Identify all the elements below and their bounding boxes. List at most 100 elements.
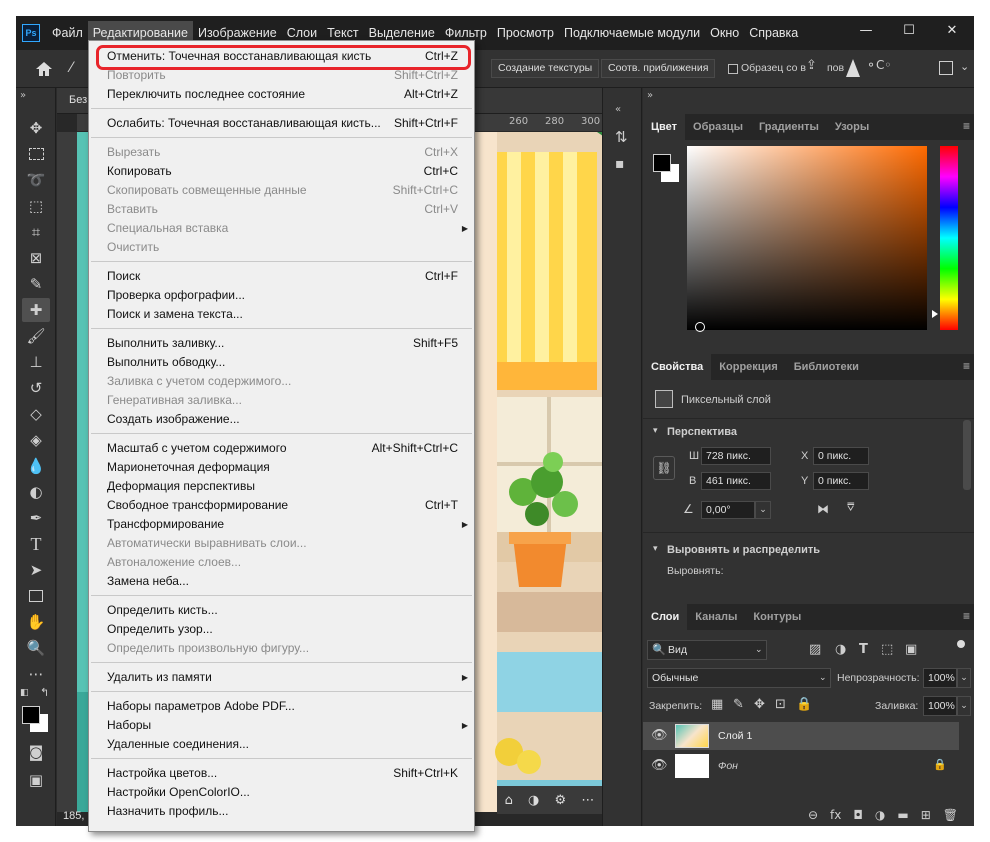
zoom-level[interactable]: 185, [63,810,84,822]
screen-mode-icon[interactable]: ▣ [22,768,50,792]
edit-menu-item[interactable]: Замена неба... [89,572,474,591]
hue-slider[interactable] [940,146,958,330]
new-group-icon[interactable]: ▬ [897,808,908,826]
edit-menu-item[interactable]: Трансформирование ▶ [89,515,474,534]
tab-patterns[interactable]: Узоры [827,114,877,140]
menu-window[interactable]: Окно [705,21,744,45]
dodge-tool-icon[interactable]: ◐ [22,480,50,504]
height-field[interactable]: 461 пикс. [701,472,771,490]
color-foreground-swatch[interactable] [653,154,671,172]
edit-menu-item[interactable]: Поиск и замена текста... [89,305,474,324]
opacity-field[interactable]: 100% [923,668,957,688]
lock-position-icon[interactable]: ✥ [754,698,765,712]
collapse-right-panels-icon[interactable]: » [647,90,653,101]
edit-menu-item[interactable]: Определить кисть... [89,601,474,620]
edit-menu-item[interactable]: Настройка цветов... Shift+Ctrl+K [89,764,474,783]
brush-preset-icon[interactable]: ⁄ [70,60,84,78]
hue-slider-handle[interactable] [932,310,938,318]
eye-icon[interactable]: 👁 [651,759,668,773]
default-colors-icon[interactable]: ◧ [20,688,29,698]
lock-transparent-icon[interactable]: ▦ [711,698,723,712]
chevron-down-icon[interactable]: ▾ [653,425,658,436]
collapse-toolbar-icon[interactable]: » [20,90,26,101]
layer-name[interactable]: Фон [718,760,738,772]
adjustment-layer-icon[interactable]: ◑ [875,808,885,826]
paint-bucket-tool-icon[interactable]: ◈ [22,428,50,452]
tab-gradients[interactable]: Градиенты [751,114,827,140]
y-field[interactable]: 0 пикс. [813,472,869,490]
tab-channels[interactable]: Каналы [687,604,745,630]
new-layer-icon[interactable]: ⊞ [921,808,931,826]
mask-icon[interactable]: ◑ [528,793,539,808]
angle-field[interactable]: 0,00° [701,501,755,519]
minimize-button[interactable]: — [846,16,886,44]
edit-menu-item[interactable]: Переключить последнее состояние Alt+Ctrl+… [89,85,474,104]
crop-tool-icon[interactable]: ⌗ [22,220,50,244]
chevron-down-icon[interactable]: ⌄ [957,668,971,688]
pen-tool-icon[interactable]: ✒ [22,506,50,530]
panel-menu-icon[interactable]: ≡ [963,609,970,623]
tab-libraries[interactable]: Библиотеки [786,354,867,380]
edit-menu-item[interactable]: Выполнить заливку... Shift+F5 [89,334,474,353]
select-subject-icon[interactable]: ⌂ [505,793,513,808]
collapse-panels-icon[interactable]: « [615,104,621,115]
lock-artboard-icon[interactable]: ⊡ [775,698,786,712]
filter-pixel-icon[interactable]: ▨ [809,643,821,657]
filter-type-icon[interactable]: T [859,643,868,657]
generate-icon[interactable]: ⚙ [555,793,567,808]
edit-menu-item[interactable]: Марионеточная деформация [89,458,474,477]
panel-menu-icon[interactable]: ≡ [963,119,970,133]
layer-name[interactable]: Слой 1 [718,730,752,742]
menu-view[interactable]: Просмотр [492,21,559,45]
blur-tool-icon[interactable]: 💧 [22,454,50,478]
marquee-tool-icon[interactable] [22,142,50,166]
chevron-down-icon[interactable]: ⌄ [960,60,969,73]
edit-menu-item[interactable]: Ослабить: Точечная восстанавливающая кис… [89,114,474,133]
edit-menu-item[interactable]: Копировать Ctrl+C [89,162,474,181]
flip-vertical-icon[interactable]: ⩢ [847,500,854,515]
tab-adjustments[interactable]: Коррекция [711,354,785,380]
color-picker-handle[interactable] [695,322,705,332]
spot-healing-brush-tool-icon[interactable]: ✚ [22,298,50,322]
comments-panel-icon[interactable]: ▪ [615,156,625,172]
blend-mode-select[interactable]: Обычные [647,668,831,688]
proximity-match-button[interactable]: Соотв. приближения [601,59,716,78]
foreground-color-swatch[interactable] [22,706,40,724]
eye-icon[interactable]: 👁 [651,729,668,743]
brush-tool-icon[interactable]: 🖌 [22,324,50,348]
chevron-down-icon[interactable]: ▾ [653,543,658,554]
object-select-tool-icon[interactable]: ⬚ [22,194,50,218]
sample-all-layers-checkbox[interactable] [728,64,738,74]
tab-color[interactable]: Цвет [643,114,686,140]
link-layers-icon[interactable]: ⊖ [808,808,818,826]
edit-menu-item[interactable]: Деформация перспективы [89,477,474,496]
menu-plugins[interactable]: Подключаемые модули [559,21,705,45]
edit-menu-item[interactable]: Удаленные соединения... [89,735,474,754]
panel-menu-icon[interactable]: ≡ [963,359,970,373]
filter-smart-object-icon[interactable]: ▣ [905,643,917,657]
edit-menu-item[interactable]: Свободное трансформирование Ctrl+T [89,496,474,515]
trash-icon[interactable]: 🗑 [943,808,958,826]
eraser-tool-icon[interactable]: ◇ [22,402,50,426]
zoom-tool-icon[interactable]: 🔍 [22,636,50,660]
filter-toggle[interactable] [957,640,965,648]
link-icon[interactable]: ⛓ [653,456,675,480]
fill-field[interactable]: 100% [923,696,957,716]
document-tab-title[interactable]: Без [69,94,87,106]
eyedropper-tool-icon[interactable]: ✎ [22,272,50,296]
width-field[interactable]: 728 пикс. [701,447,771,465]
rectangle-tool-icon[interactable] [22,584,50,608]
edit-menu-item[interactable]: Поиск Ctrl+F [89,267,474,286]
more-options-icon[interactable]: ⋯ [581,793,594,808]
x-field[interactable]: 0 пикс. [813,447,869,465]
add-mask-icon[interactable]: ◘ [853,808,863,826]
chevron-down-icon[interactable]: ⌄ [755,501,771,519]
more-tools-icon[interactable]: ⋯ [22,662,50,686]
edit-menu-item[interactable]: Определить узор... [89,620,474,639]
lasso-tool-icon[interactable]: ➰ [22,168,50,192]
path-selection-tool-icon[interactable]: ➤ [22,558,50,582]
edit-menu-item[interactable]: Выполнить обводку... [89,353,474,372]
edit-menu-item[interactable]: Масштаб с учетом содержимого Alt+Shift+Ct… [89,439,474,458]
pressure-icon[interactable]: ⇪ [806,58,824,78]
home-button[interactable] [26,58,62,80]
